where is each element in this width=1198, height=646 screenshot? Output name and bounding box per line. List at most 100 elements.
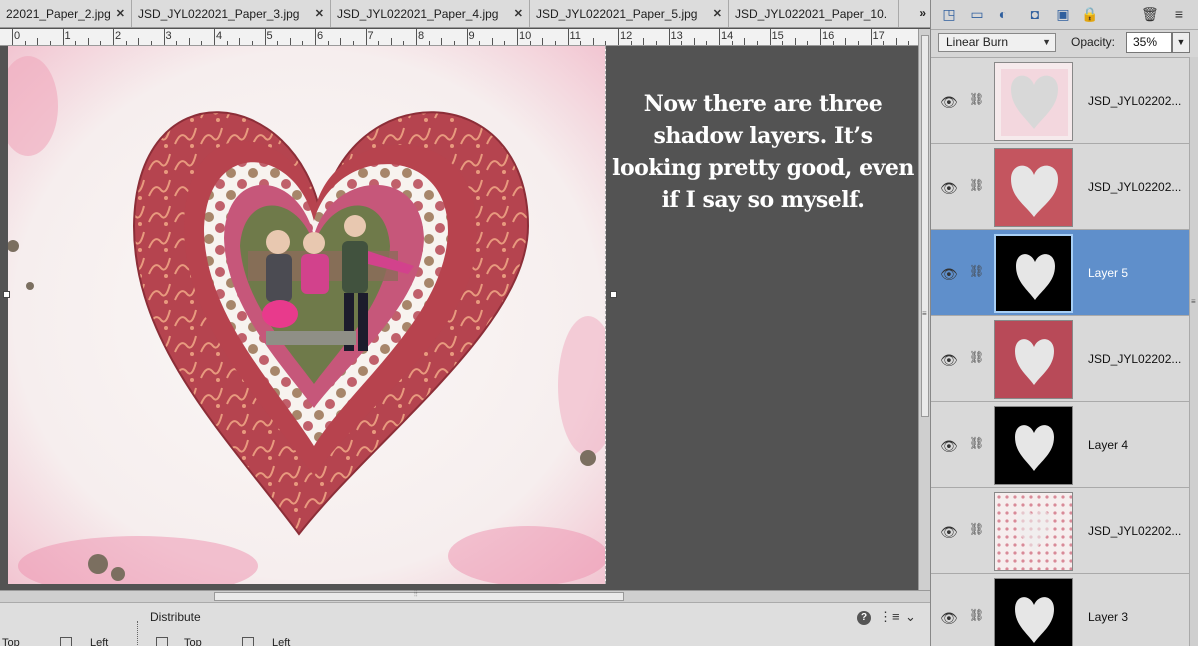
layer-row[interactable]: 👁 ⛓ Layer 3 <box>931 574 1189 646</box>
scroll-thumb[interactable] <box>214 592 624 601</box>
layer-row[interactable]: 👁 ⛓ JSD_JYL02202... <box>931 144 1189 230</box>
link-icon[interactable]: ⛓ <box>969 350 984 364</box>
close-icon[interactable]: ✕ <box>713 7 722 20</box>
close-icon[interactable]: ✕ <box>315 7 324 20</box>
tabs-overflow-button[interactable]: » <box>913 6 926 20</box>
ruler-minor-tick <box>731 41 733 45</box>
layer-row[interactable]: 👁 ⛓ Layer 4 <box>931 402 1189 488</box>
layer-name: JSD_JYL02202... <box>1088 94 1182 108</box>
layer-name: JSD_JYL02202... <box>1088 180 1182 194</box>
layer-row[interactable]: 👁 ⛓ Layer 5 <box>931 230 1189 316</box>
eye-icon[interactable]: 👁 <box>940 180 958 197</box>
eye-icon[interactable]: 👁 <box>940 352 958 369</box>
ruler-minor-tick <box>832 41 834 45</box>
chevron-down-icon[interactable]: ⌄ <box>905 609 916 625</box>
ruler-minor-tick <box>883 41 885 45</box>
tab-document-4[interactable]: JSD_JYL022021_Paper_5.jpg ✕ <box>530 0 729 27</box>
ruler-minor-tick <box>37 38 39 45</box>
ruler-minor-tick <box>655 41 657 45</box>
distribute-left-icon[interactable] <box>242 637 254 646</box>
distribute-label: Distribute <box>150 610 201 624</box>
dropdown-arrow-icon: ▼ <box>1042 37 1051 47</box>
layer-row[interactable]: 👁 ⛓ JSD_JYL02202... <box>931 488 1189 574</box>
menu-icon[interactable]: ⋮≡ <box>879 609 900 625</box>
lock-all-icon[interactable]: 🔒 <box>1081 6 1098 22</box>
transform-handle[interactable] <box>610 291 617 298</box>
ruler-minor-tick <box>744 38 746 45</box>
link-icon[interactable]: ⛓ <box>969 522 984 536</box>
ruler-tick <box>820 29 821 45</box>
align-left-icon[interactable] <box>60 637 72 646</box>
layer-name: JSD_JYL02202... <box>1088 524 1182 538</box>
lock-transparency-icon[interactable]: ▣ <box>1055 6 1071 22</box>
vertical-scrollbar[interactable]: ≡ <box>918 29 930 590</box>
tab-document-5[interactable]: JSD_JYL022021_Paper_10. <box>729 0 899 27</box>
tab-document-1[interactable]: 22021_Paper_2.jpg ✕ <box>0 0 132 27</box>
tab-document-3[interactable]: JSD_JYL022021_Paper_4.jpg ✕ <box>331 0 530 27</box>
ruler-minor-tick <box>340 38 342 45</box>
ruler-minor-tick <box>756 41 758 45</box>
ruler-minor-tick <box>390 38 392 45</box>
ruler-label: 0 <box>14 30 21 42</box>
eye-icon[interactable]: 👁 <box>940 524 958 541</box>
close-icon[interactable]: ✕ <box>116 7 125 20</box>
eye-icon[interactable]: 👁 <box>940 266 958 283</box>
link-icon[interactable]: ⛓ <box>969 436 984 450</box>
ruler-minor-tick <box>706 41 708 45</box>
divider <box>137 621 138 646</box>
layers-panel: ◳ ▭ ◐ ◘ ▣ 🔒 🗑 ≡ Linear Burn ▼ Opacity: 3… <box>930 0 1198 646</box>
link-icon[interactable]: ⛓ <box>969 608 984 622</box>
ruler-tick <box>870 29 872 45</box>
document-tabs: 22021_Paper_2.jpg ✕ JSD_JYL022021_Paper_3… <box>0 0 930 28</box>
eye-icon[interactable]: 👁 <box>940 438 958 455</box>
horizontal-scrollbar[interactable]: ⦙⦙ <box>0 589 930 602</box>
new-layer-icon[interactable]: ◳ <box>941 6 957 22</box>
layer-thumbnail[interactable] <box>994 234 1073 313</box>
transform-handle[interactable] <box>3 291 10 298</box>
new-group-icon[interactable]: ▭ <box>969 6 985 22</box>
layer-thumbnail[interactable] <box>994 578 1073 646</box>
layers-scrollbar[interactable]: ≡ <box>1189 57 1198 646</box>
layer-mask-icon[interactable]: ◘ <box>1027 6 1043 22</box>
ruler-minor-tick <box>188 38 190 45</box>
layer-thumbnail[interactable] <box>994 492 1073 571</box>
adjustment-layer-icon[interactable]: ◐ <box>995 6 1011 22</box>
layer-row[interactable]: 👁 ⛓ JSD_JYL02202... <box>931 58 1189 144</box>
eye-icon[interactable]: 👁 <box>940 610 958 627</box>
layer-thumbnail[interactable] <box>994 406 1073 485</box>
caption-text: Now there are three shadow layers. It’s … <box>612 91 914 213</box>
delete-layer-icon[interactable]: 🗑 <box>1141 6 1159 22</box>
tab-document-2[interactable]: JSD_JYL022021_Paper_3.jpg ✕ <box>132 0 331 27</box>
distribute-left-label[interactable]: Left <box>272 637 290 646</box>
ruler-minor-tick <box>428 41 430 45</box>
ruler-minor-tick <box>580 41 582 45</box>
layer-thumbnail[interactable] <box>994 320 1073 399</box>
help-icon[interactable]: ? <box>857 611 871 625</box>
distribute-top-icon[interactable] <box>156 637 168 646</box>
layer-row[interactable]: 👁 ⛓ JSD_JYL02202... <box>931 316 1189 402</box>
align-left-label[interactable]: Left <box>90 637 108 646</box>
ruler-tick <box>315 29 316 45</box>
layer-thumbnail[interactable] <box>994 148 1073 227</box>
align-top-label[interactable]: Top <box>2 637 20 646</box>
distribute-top-label[interactable]: Top <box>184 637 202 646</box>
link-icon[interactable]: ⛓ <box>969 92 984 106</box>
blend-mode-select[interactable]: Linear Burn ▼ <box>938 33 1056 52</box>
ruler-minor-tick <box>857 41 859 45</box>
panel-menu-icon[interactable]: ≡ <box>1171 6 1187 22</box>
link-icon[interactable]: ⛓ <box>969 178 984 192</box>
scrapbook-page[interactable] <box>8 46 606 584</box>
ruler-minor-tick <box>908 41 910 45</box>
link-icon[interactable]: ⛓ <box>969 264 984 278</box>
tab-label: JSD_JYL022021_Paper_5.jpg <box>536 7 698 21</box>
close-icon[interactable]: ✕ <box>514 7 523 20</box>
scroll-thumb[interactable] <box>921 35 929 417</box>
ruler-minor-tick <box>504 41 506 45</box>
blend-mode-value: Linear Burn <box>946 35 1009 49</box>
ruler-tick <box>163 29 165 45</box>
opacity-dropdown-icon[interactable]: ▼ <box>1172 32 1190 53</box>
ruler-minor-tick <box>845 38 847 45</box>
opacity-input[interactable]: 35% <box>1126 32 1172 53</box>
eye-icon[interactable]: 👁 <box>940 94 958 111</box>
layer-thumbnail[interactable] <box>994 62 1073 141</box>
